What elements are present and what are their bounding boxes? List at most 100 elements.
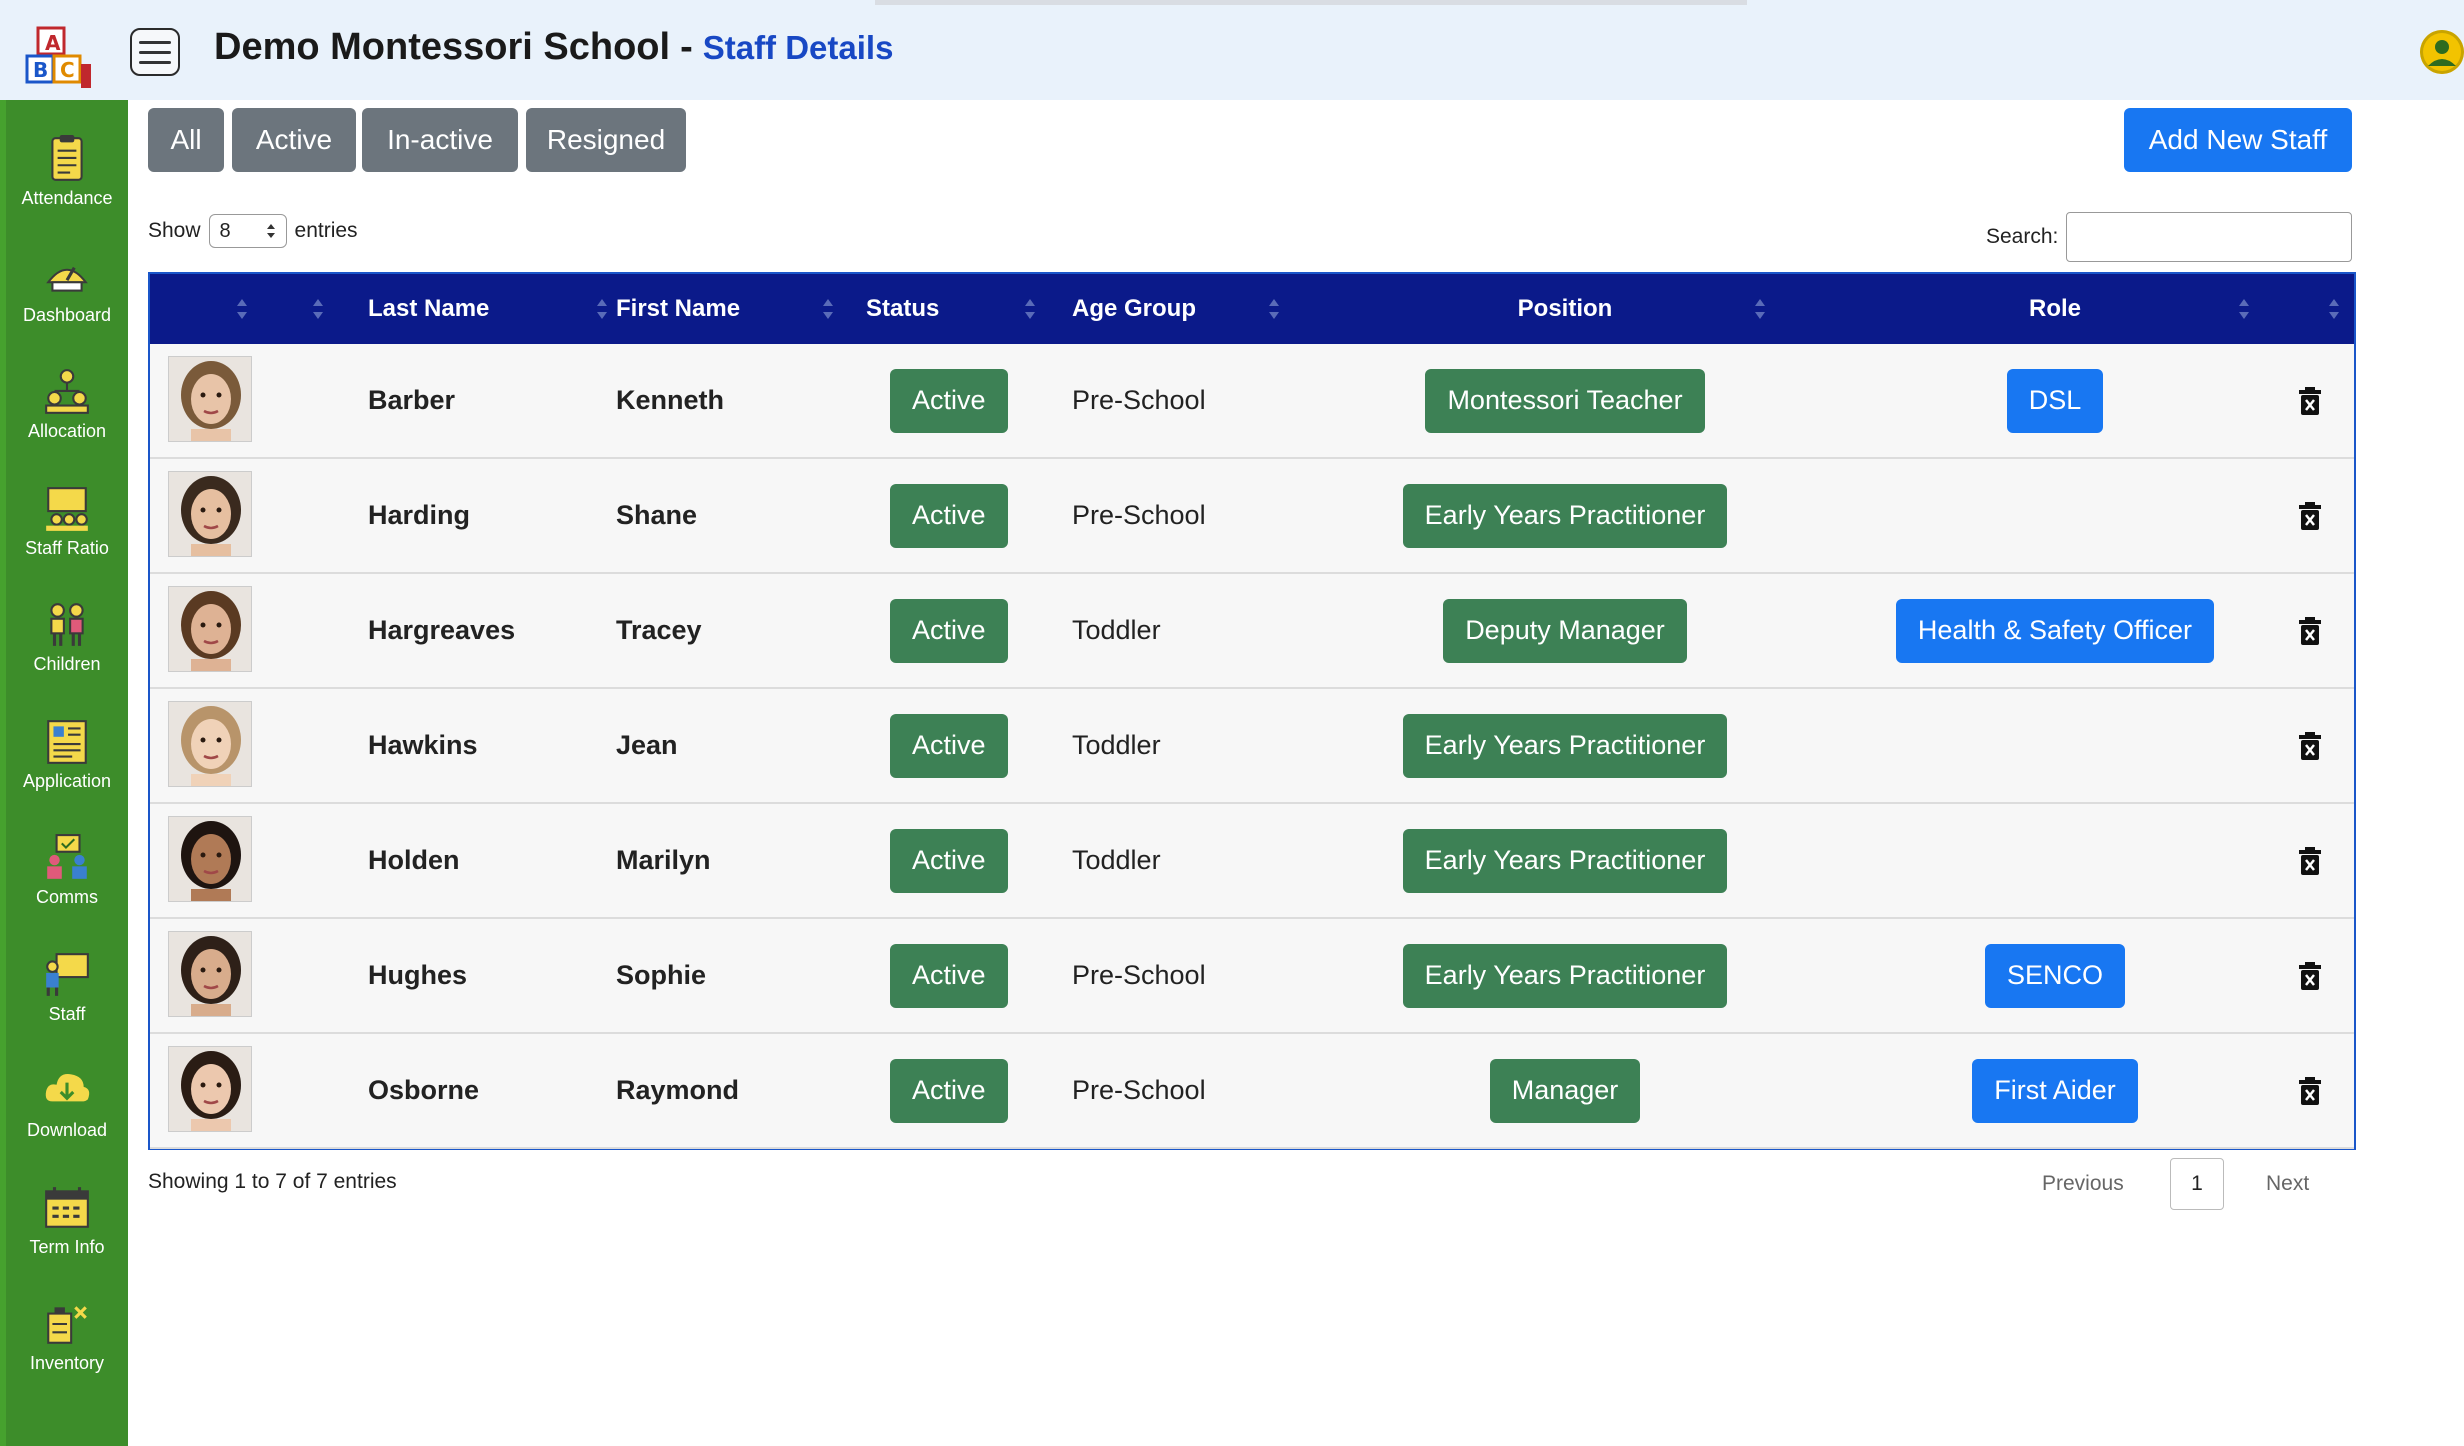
sort-icon[interactable] [822, 295, 834, 323]
sidebar-item-term-info[interactable]: Term Info [6, 1183, 128, 1258]
table-row[interactable]: Barber Kenneth Active Pre-School Montessori … [150, 344, 2354, 459]
add-new-staff-button[interactable]: Add New Staff [2124, 108, 2352, 172]
last-name: Hughes [368, 960, 468, 990]
entries-per-page-select[interactable]: 8 [208, 214, 287, 248]
page-1-button[interactable]: 1 [2170, 1158, 2224, 1210]
column-header-position[interactable]: Position [1350, 274, 1780, 344]
age-group: Toddler [1072, 615, 1161, 645]
first-name: Tracey [616, 615, 702, 645]
first-name: Sophie [616, 960, 707, 990]
delete-trash-icon[interactable] [2298, 961, 2322, 991]
sort-icon[interactable] [2238, 295, 2250, 323]
sidebar-item-dashboard[interactable]: Dashboard [6, 251, 128, 326]
staff-photo [168, 701, 252, 787]
table-row[interactable]: Hughes Sophie Active Pre-School Early Years … [150, 919, 2354, 1034]
sidebar-item-label: Dashboard [22, 304, 112, 325]
table-row[interactable]: Holden Marilyn Active Toddler Early Years Pr… [150, 804, 2354, 919]
top-bar: A B C Demo Montessori School - Staff Detai… [0, 0, 2464, 100]
sidebar-item-comms[interactable]: Comms [6, 833, 128, 908]
sidebar-item-staff-ratio[interactable]: Staff Ratio [6, 484, 128, 559]
entries-value: 8 [219, 219, 231, 242]
sort-icon[interactable] [2328, 295, 2340, 323]
sidebar-item-application[interactable]: Application [6, 717, 128, 792]
sort-icon[interactable] [236, 295, 248, 323]
inventory-icon [47, 1306, 87, 1344]
sort-icon[interactable] [1268, 295, 1280, 323]
last-name: Hargreaves [368, 615, 516, 645]
sort-icon[interactable] [1754, 295, 1766, 323]
staff-table: Last Name First Name Status Age Group Positi… [148, 272, 2356, 1150]
status-badge: Active [890, 713, 1008, 778]
column-header-last-name[interactable]: Last Name [368, 274, 489, 344]
table-row[interactable]: Harding Shane Active Pre-School Early Years … [150, 459, 2354, 574]
table-row[interactable]: Hargreaves Tracey Active Toddler Deputy Mana… [150, 574, 2354, 689]
delete-trash-icon[interactable] [2298, 1076, 2322, 1106]
staff-photo [168, 356, 252, 442]
sidebar-item-label: Staff Ratio [25, 537, 109, 558]
sidebar-item-staff[interactable]: Staff [6, 950, 128, 1025]
menu-toggle-button[interactable] [130, 28, 180, 76]
allocation-icon [45, 369, 89, 414]
last-name: Harding [368, 500, 471, 530]
sidebar: Attendance Dashboard Allocation Staff Ratio… [0, 100, 128, 1446]
sort-icon[interactable] [312, 295, 324, 323]
svg-text:C: C [60, 58, 75, 82]
sidebar-item-allocation[interactable]: Allocation [6, 367, 128, 442]
search-input[interactable] [2066, 212, 2353, 262]
abc-blocks-logo-icon: A B C [25, 26, 91, 88]
sidebar-item-label: Children [33, 654, 101, 674]
sidebar-item-label: Staff [48, 1003, 86, 1024]
delete-trash-icon[interactable] [2298, 386, 2322, 416]
user-avatar-icon[interactable] [2420, 30, 2464, 74]
table-row[interactable]: Hawkins Jean Active Toddler Early Years Prac… [150, 689, 2354, 804]
hamburger-icon [139, 40, 171, 44]
entries-label: entries [294, 219, 358, 242]
title-separator: - [680, 26, 693, 68]
delete-trash-icon[interactable] [2298, 616, 2322, 646]
sidebar-item-download[interactable]: Download [6, 1066, 128, 1141]
status-badge: Active [890, 1058, 1008, 1123]
sidebar-item-label: Comms [36, 887, 98, 907]
status-badge: Active [890, 483, 1008, 548]
application-icon [47, 719, 87, 764]
position-badge: Manager [1489, 1058, 1641, 1123]
sort-icon[interactable] [1024, 295, 1036, 323]
age-group: Pre-School [1072, 385, 1206, 415]
delete-trash-icon[interactable] [2298, 731, 2322, 761]
sidebar-item-children[interactable]: Children [6, 600, 128, 675]
delete-trash-icon[interactable] [2298, 846, 2322, 876]
staff-icon [46, 952, 89, 996]
column-header-first-name[interactable]: First Name [616, 274, 740, 344]
svg-text:B: B [33, 58, 48, 82]
sort-icon[interactable] [596, 295, 608, 323]
column-header-age-group[interactable]: Age Group [1072, 274, 1196, 344]
show-label: Show [148, 219, 201, 242]
staff-ratio-icon [46, 486, 88, 531]
table-row[interactable]: Osborne Raymond Active Pre-School Manager Fir… [150, 1034, 2354, 1149]
staff-photo [168, 471, 252, 557]
sidebar-item-label: Download [26, 1120, 108, 1140]
filter-all-button[interactable]: All [148, 108, 224, 172]
age-group: Toddler [1072, 730, 1161, 760]
page-subtitle: Staff Details [702, 29, 894, 66]
filter-inactive-button[interactable]: In-active [362, 108, 518, 172]
previous-page-button[interactable]: Previous [2042, 1172, 2124, 1196]
staff-photo [168, 586, 252, 672]
sidebar-item-attendance[interactable]: Attendance [6, 134, 128, 209]
last-name: Hawkins [368, 730, 478, 760]
column-header-status[interactable]: Status [866, 274, 939, 344]
next-page-button[interactable]: Next [2266, 1172, 2309, 1196]
staff-photo [168, 1046, 252, 1132]
role-badge: First Aider [1972, 1058, 2138, 1123]
position-badge: Early Years Practitioner [1402, 828, 1728, 893]
sidebar-item-label: Inventory [29, 1353, 105, 1373]
filter-resigned-button[interactable]: Resigned [526, 108, 686, 172]
filter-active-button[interactable]: Active [232, 108, 356, 172]
term-info-icon [45, 1186, 89, 1228]
search-label: Search: [1986, 225, 2059, 248]
column-header-role[interactable]: Role [1840, 274, 2270, 344]
staff-photo [168, 931, 252, 1017]
delete-trash-icon[interactable] [2298, 501, 2322, 531]
search-box: Search: [1986, 212, 2353, 262]
sidebar-item-inventory[interactable]: Inventory [6, 1299, 128, 1374]
